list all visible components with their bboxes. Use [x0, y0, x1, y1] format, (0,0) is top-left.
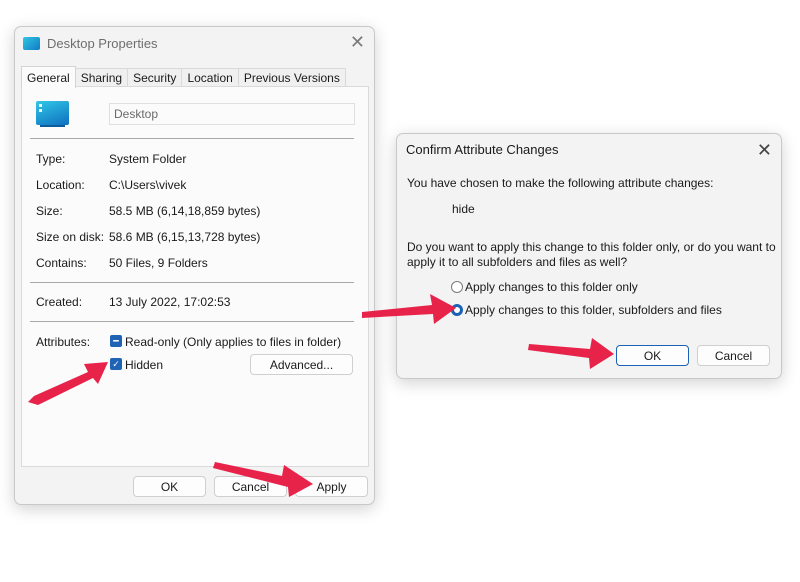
- checkmark-icon: ✓: [112, 358, 120, 369]
- apply-button[interactable]: Apply: [295, 476, 368, 497]
- radio-folder-subfolders-files[interactable]: [451, 304, 463, 316]
- close-icon[interactable]: ✕: [350, 33, 365, 51]
- advanced-button[interactable]: Advanced...: [250, 354, 353, 375]
- info-value: 58.5 MB (6,14,18,859 bytes): [109, 204, 261, 218]
- folder-name-field[interactable]: Desktop: [109, 103, 355, 125]
- attributes-label: Attributes:: [36, 335, 91, 349]
- desktop-folder-icon: [23, 36, 40, 50]
- info-key: Contains:: [36, 256, 87, 270]
- close-icon[interactable]: ✕: [757, 141, 772, 159]
- general-panel: Desktop Type: System Folder Location: C:…: [21, 86, 369, 467]
- info-row-location: Location: C:\Users\vivek: [36, 178, 186, 192]
- info-key: Type:: [36, 152, 66, 166]
- hidden-checkbox[interactable]: ✓: [110, 358, 122, 370]
- desktop-large-icon: [36, 101, 69, 127]
- tab-sharing[interactable]: Sharing: [74, 68, 129, 87]
- info-key: Location:: [36, 178, 85, 192]
- window-title: Desktop Properties: [47, 35, 158, 51]
- ok-button[interactable]: OK: [133, 476, 206, 497]
- info-value: C:\Users\vivek: [109, 178, 187, 192]
- radio-folder-subfolders-files-label: Apply changes to this folder, subfolders…: [465, 303, 722, 317]
- title-bar: Desktop Properties: [23, 33, 158, 53]
- cancel-button[interactable]: Cancel: [214, 476, 287, 497]
- info-row-created: Created: 13 July 2022, 17:02:53: [36, 295, 230, 309]
- tab-general[interactable]: General: [21, 66, 76, 88]
- tab-location[interactable]: Location: [181, 68, 239, 87]
- intro-text: You have chosen to make the following at…: [407, 176, 714, 190]
- info-value: 13 July 2022, 17:02:53: [109, 295, 231, 309]
- info-key: Created:: [36, 295, 83, 309]
- divider: [30, 321, 354, 322]
- divider: [30, 138, 354, 139]
- hidden-label: Hidden: [125, 358, 164, 372]
- indeterminate-dash-icon: ━: [113, 335, 119, 346]
- dialog-ok-button[interactable]: OK: [616, 345, 689, 366]
- info-key: Size:: [36, 204, 63, 218]
- info-value: 58.6 MB (6,15,13,728 bytes): [109, 230, 261, 244]
- readonly-checkbox[interactable]: ━: [110, 335, 122, 347]
- radio-folder-only-label: Apply changes to this folder only: [465, 280, 638, 294]
- dialog-cancel-button[interactable]: Cancel: [697, 345, 770, 366]
- readonly-label: Read-only (Only applies to files in fold…: [125, 335, 342, 349]
- question-line-1: Do you want to apply this change to this…: [407, 240, 776, 254]
- tab-bar: General Sharing Security Location Previo…: [21, 65, 346, 88]
- confirm-attribute-changes-dialog: Confirm Attribute Changes ✕ You have cho…: [396, 133, 782, 379]
- info-value: System Folder: [109, 152, 187, 166]
- divider: [30, 282, 354, 283]
- info-row-size-on-disk: Size on disk: 58.6 MB (6,15,13,728 bytes…: [36, 230, 260, 244]
- question-line-2: apply it to all subfolders and files as …: [407, 255, 628, 269]
- info-row-contains: Contains: 50 Files, 9 Folders: [36, 256, 208, 270]
- radio-folder-only[interactable]: [451, 281, 463, 293]
- info-key: Size on disk:: [36, 230, 105, 244]
- info-row-size: Size: 58.5 MB (6,14,18,859 bytes): [36, 204, 260, 218]
- change-text: hide: [452, 202, 475, 216]
- tab-previous-versions[interactable]: Previous Versions: [237, 68, 346, 87]
- attributes-label-row: Attributes:: [36, 335, 109, 349]
- info-value: 50 Files, 9 Folders: [109, 256, 208, 270]
- dialog-title: Confirm Attribute Changes: [406, 142, 559, 157]
- desktop-properties-window: Desktop Properties ✕ General Sharing Sec…: [14, 26, 375, 505]
- info-row-type: Type: System Folder: [36, 152, 186, 166]
- tab-security[interactable]: Security: [127, 68, 183, 87]
